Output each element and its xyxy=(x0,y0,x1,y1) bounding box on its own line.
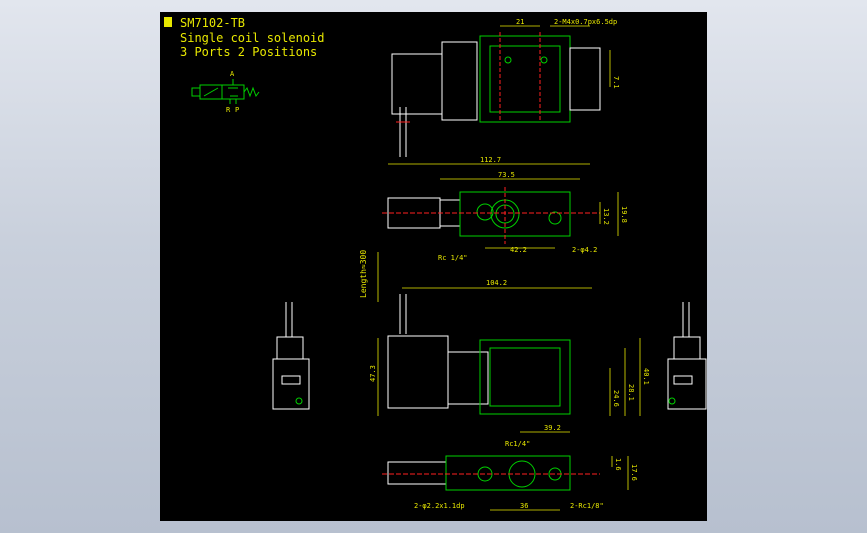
dim-port-rc: Rc 1/4" xyxy=(438,254,468,262)
top-dimensions xyxy=(500,25,611,87)
dim-overall-length: 112.7 xyxy=(480,156,501,164)
dim-front-height: 47.3 xyxy=(369,365,377,382)
side-view-top xyxy=(391,32,601,157)
dim-front-length: 104.2 xyxy=(486,279,507,287)
side-profile-right xyxy=(667,302,707,410)
dim-bottom-holes: 2-φ2.2x1.1dp xyxy=(414,502,465,510)
title-marker xyxy=(164,17,172,27)
dim-h-28: 28.1 xyxy=(627,384,635,401)
dim-h-19: 19.8 xyxy=(620,206,628,223)
dim-cable-length: Length≈300 xyxy=(359,250,368,298)
dim-top-height: 7.1 xyxy=(612,76,620,89)
dim-h-40: 40.1 xyxy=(642,368,650,385)
dim-spacing-42: 42.2 xyxy=(510,246,527,254)
drawing-canvas: SM7102-TB Single coil solenoid 3 Ports 2… xyxy=(160,12,707,521)
symbol-port-r: R xyxy=(226,106,231,114)
side-profile-left xyxy=(272,302,310,410)
dim-h-24: 24.6 xyxy=(612,390,620,407)
subtitle-1: Single coil solenoid xyxy=(180,31,325,45)
dim-h-13: 13.2 xyxy=(602,208,610,225)
dim-bottom-36: 36 xyxy=(520,502,528,510)
front-dimensions xyxy=(377,252,641,433)
dim-bottom-small: 1.6 xyxy=(614,458,622,471)
subtitle-2: 3 Ports 2 Positions xyxy=(180,45,317,59)
bottom-dimensions xyxy=(490,456,629,511)
valve-symbol xyxy=(191,79,260,104)
dim-top-width: 21 xyxy=(516,18,524,26)
dim-bottom-rc18: 2-Rc1/8" xyxy=(570,502,604,510)
dim-hole-dia: 2-φ4.2 xyxy=(572,246,597,254)
dim-bottom-port: Rc1/4" xyxy=(505,440,530,448)
dim-body-length: 73.5 xyxy=(498,171,515,179)
dim-front-base: 39.2 xyxy=(544,424,561,432)
dim-top-thread: 2-M4x0.7px6.5dp xyxy=(554,18,617,26)
symbol-port-a: A xyxy=(230,70,235,78)
symbol-port-p: P xyxy=(235,106,239,114)
plan-view xyxy=(382,187,600,244)
bottom-view xyxy=(382,455,600,491)
cad-drawing: SM7102-TB Single coil solenoid 3 Ports 2… xyxy=(164,16,707,511)
front-view xyxy=(387,294,571,415)
title: SM7102-TB xyxy=(180,16,245,30)
dim-bottom-17: 17.6 xyxy=(630,464,638,481)
